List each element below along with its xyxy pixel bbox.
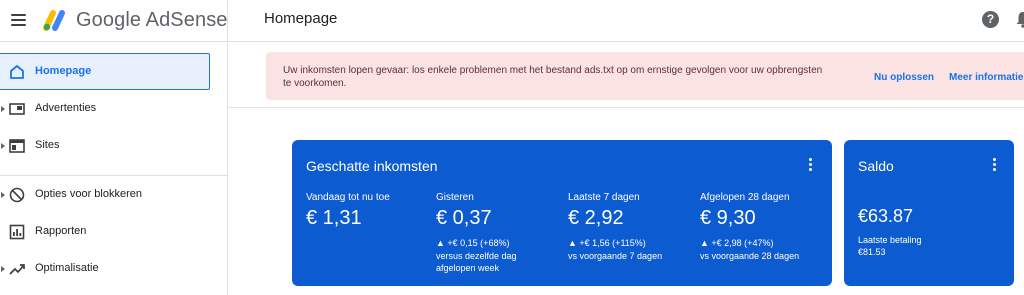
block-icon xyxy=(9,187,25,203)
kpi-comparison-note: versus dezelfde dag afgelopen week xyxy=(436,251,517,273)
ads-icon xyxy=(9,103,25,115)
content-divider xyxy=(228,107,1024,108)
kpi-label: Gisteren xyxy=(436,192,474,203)
top-app-bar: Google AdSense Homepage ? xyxy=(0,0,1024,42)
kpi-value: € 0,37 xyxy=(436,207,492,229)
reports-icon xyxy=(9,224,25,240)
kpi-label: Afgelopen 28 dagen xyxy=(700,192,790,203)
card-title: Saldo xyxy=(858,158,894,174)
sidebar-nav: Homepage Advertenties Sites Opties voor … xyxy=(0,43,228,295)
last-payment-label: Laatste betaling xyxy=(858,235,922,245)
expand-caret-icon[interactable] xyxy=(1,266,5,272)
kpi-value: € 2,92 xyxy=(568,207,624,229)
header-divider xyxy=(227,0,228,42)
notifications-bell-icon[interactable] xyxy=(1016,11,1024,28)
sidebar-item-label: Rapporten xyxy=(35,225,87,237)
sites-icon xyxy=(9,139,25,153)
ads-txt-warning-banner: Uw inkomsten lopen gevaar: los enkele pr… xyxy=(266,52,1024,100)
expand-caret-icon[interactable] xyxy=(1,192,5,198)
kpi-label: Vandaag tot nu toe xyxy=(306,192,390,203)
more-options-icon[interactable] xyxy=(808,158,812,172)
sidebar-item-label: Opties voor blokkeren xyxy=(35,188,142,200)
sidebar-item-label: Sites xyxy=(35,139,60,151)
learn-more-link[interactable]: Meer informatie xyxy=(949,72,1023,83)
kpi-change: ▲ +€ 1,56 (+115%) xyxy=(568,238,646,248)
balance-card: Saldo €63.87 Laatste betaling €81.53 xyxy=(844,140,1014,286)
hamburger-menu-icon[interactable] xyxy=(8,9,30,31)
sidebar-item-sites[interactable]: Sites xyxy=(0,128,210,165)
sidebar-item-rapporten[interactable]: Rapporten xyxy=(0,214,210,251)
balance-value: €63.87 xyxy=(858,206,914,226)
kpi-change: ▲ +€ 2,98 (+47%) xyxy=(700,238,774,248)
trending-up-icon xyxy=(9,264,25,275)
kpi-label: Laatste 7 dagen xyxy=(568,192,640,203)
kpi-comparison-note: vs voorgaande 28 dagen xyxy=(700,251,800,261)
sidebar-divider xyxy=(0,175,227,176)
last-payment-value: €81.53 xyxy=(858,247,886,257)
brand-name[interactable]: Google AdSense xyxy=(76,9,228,32)
adsense-logo-icon xyxy=(43,10,65,31)
kpi-value: € 9,30 xyxy=(700,207,756,229)
kpi-value: € 1,31 xyxy=(306,207,362,229)
expand-caret-icon[interactable] xyxy=(1,143,5,149)
kpi-change: ▲ +€ 0,15 (+68%) xyxy=(436,238,510,248)
card-title: Geschatte inkomsten xyxy=(306,158,438,174)
kpi-comparison-note: vs voorgaande 7 dagen xyxy=(568,251,663,261)
banner-message: Uw inkomsten lopen gevaar: los enkele pr… xyxy=(283,65,823,89)
sidebar-item-advertenties[interactable]: Advertenties xyxy=(0,91,210,128)
sidebar-item-label: Homepage xyxy=(35,65,92,77)
sidebar-item-label: Optimalisatie xyxy=(35,262,99,274)
sidebar-item-label: Advertenties xyxy=(35,102,97,114)
more-options-icon[interactable] xyxy=(992,158,996,172)
sidebar-item-homepage[interactable]: Homepage xyxy=(0,53,210,90)
page-title: Homepage xyxy=(264,10,338,27)
home-icon xyxy=(10,65,24,79)
fix-now-link[interactable]: Nu oplossen xyxy=(874,72,934,83)
help-icon[interactable]: ? xyxy=(982,11,999,28)
sidebar-item-opties-voor-blokkeren[interactable]: Opties voor blokkeren xyxy=(0,177,210,214)
expand-caret-icon[interactable] xyxy=(1,106,5,112)
sidebar-item-optimalisatie[interactable]: Optimalisatie xyxy=(0,251,210,288)
estimated-earnings-card: Geschatte inkomsten Vandaag tot nu toe €… xyxy=(292,140,832,286)
